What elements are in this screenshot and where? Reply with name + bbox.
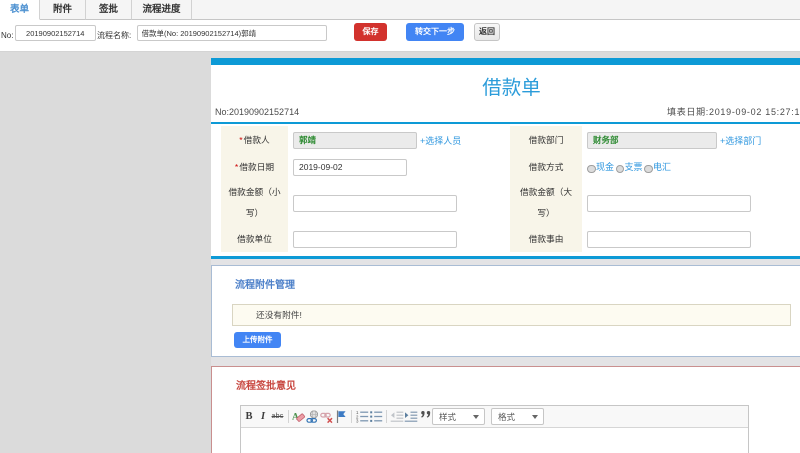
form-field-cell: +选择人员: [288, 126, 510, 154]
app-screen: 表单 附件 签批 流程进度 No: 流程名称: 保存 转交下一步 返回 借款单 …: [0, 0, 800, 453]
attachments-section: 流程附件管理 还没有附件! 上传附件: [211, 265, 800, 357]
toolbar-separator: [288, 410, 289, 423]
signature-section: 流程签批意见 B I abc A 1 2 3 样式 格式: [211, 366, 800, 453]
form-panel: 借款单 No:20190902152714 填表日期:2019-09-02 15…: [211, 58, 800, 453]
radio-wire-circle[interactable]: [644, 164, 653, 174]
upload-attachment-button[interactable]: 上传附件: [234, 332, 281, 348]
svg-text:3: 3: [356, 419, 359, 423]
next-step-button[interactable]: 转交下一步: [406, 23, 464, 41]
radio-cheque[interactable]: 支票: [615, 161, 643, 174]
form-field-cell: [288, 154, 510, 180]
form-row-3: 借款金额（小写） 借款金额（大写）: [221, 180, 800, 226]
method-label: 借款方式: [510, 154, 582, 180]
workspace: 借款单 No:20190902152714 填表日期:2019-09-02 15…: [0, 52, 800, 453]
form-row-1: *借款人 +选择人员 借款部门 +选择部门: [221, 126, 800, 154]
form-row-4: 借款单位 借款事由: [221, 226, 800, 252]
form-field-cell: [288, 180, 510, 226]
reason-input[interactable]: [587, 230, 751, 248]
form-field-cell: [582, 180, 800, 226]
tab-bar-filler: [192, 0, 800, 20]
tab-form[interactable]: 表单: [0, 0, 40, 20]
select-department-link[interactable]: +选择部门: [720, 134, 761, 147]
radio-cash[interactable]: 现金: [587, 161, 614, 174]
department-label: 借款部门: [510, 126, 582, 154]
toolbar-separator: [386, 410, 387, 423]
borrower-input[interactable]: [293, 131, 417, 149]
amount-lower-label: 借款金额（小写）: [221, 180, 288, 226]
bold-icon[interactable]: B: [242, 409, 256, 424]
radio-wire[interactable]: 电汇: [644, 161, 671, 174]
bulleted-list-icon[interactable]: [369, 409, 383, 424]
anchor-flag-icon[interactable]: [334, 409, 348, 424]
amount-upper-label: 借款金额（大写）: [510, 180, 582, 226]
form-field-cell: [582, 226, 800, 252]
form-field-cell: 现金 支票 电汇: [582, 154, 800, 180]
method-radios: 现金 支票 电汇: [587, 161, 673, 174]
styles-combo[interactable]: 样式: [432, 408, 485, 425]
form-field-cell: +选择部门: [582, 126, 800, 154]
radio-cheque-circle[interactable]: [615, 164, 625, 174]
form-row-2: *借款日期 借款方式 现金: [221, 154, 800, 180]
combo-arrow-icon: [473, 414, 479, 419]
tab-progress[interactable]: 流程进度: [132, 0, 192, 20]
combo-arrow-icon: [532, 414, 538, 419]
attachments-heading: 流程附件管理: [235, 280, 295, 291]
format-combo[interactable]: 格式: [491, 408, 544, 425]
outdent-icon[interactable]: [390, 409, 404, 424]
back-button[interactable]: 返回: [474, 23, 500, 41]
form-field-cell: [288, 226, 510, 252]
form-title: 借款单: [482, 77, 541, 99]
numbered-list-icon[interactable]: 123: [355, 409, 369, 424]
process-name-label: 流程名称:: [97, 31, 132, 40]
form-no: No:20190902152714: [215, 107, 300, 117]
editor-toolbar: B I abc A 1 2 3 样式 格式: [241, 406, 748, 428]
unlink-icon[interactable]: [320, 409, 334, 424]
blockquote-icon[interactable]: [418, 409, 432, 424]
process-name-input[interactable]: [136, 25, 327, 41]
save-button[interactable]: 保存: [354, 23, 387, 41]
indent-icon[interactable]: [404, 409, 418, 424]
tab-attachments[interactable]: 附件: [40, 0, 86, 20]
select-person-link[interactable]: +选择人员: [420, 134, 461, 147]
tab-bar: 表单 附件 签批 流程进度: [0, 0, 800, 20]
department-input[interactable]: [587, 131, 717, 149]
italic-icon[interactable]: I: [256, 409, 270, 424]
link-icon[interactable]: [306, 409, 320, 424]
toolbar-separator: [351, 410, 352, 423]
amount-upper-input[interactable]: [587, 194, 751, 212]
strikethrough-icon[interactable]: abc: [270, 409, 285, 424]
unit-input[interactable]: [293, 230, 457, 248]
date-input[interactable]: [293, 158, 407, 176]
rich-text-editor: B I abc A 1 2 3 样式 格式: [240, 405, 749, 453]
tab-approval[interactable]: 签批: [86, 0, 132, 20]
toolbar: No: 流程名称: 保存 转交下一步 返回: [0, 20, 800, 52]
signature-heading: 流程签批意见: [236, 381, 296, 392]
required-mark: *: [239, 134, 243, 145]
form-section: 借款单 No:20190902152714 填表日期:2019-09-02 15…: [211, 58, 800, 259]
radio-cash-circle[interactable]: [587, 164, 596, 174]
no-input[interactable]: [14, 25, 96, 41]
amount-lower-input[interactable]: [293, 194, 457, 212]
required-mark: *: [234, 161, 239, 172]
unit-label: 借款单位: [221, 226, 288, 252]
form-table: *借款人 +选择人员 借款部门 +选择部门: [221, 126, 800, 256]
borrower-label: *借款人: [221, 126, 288, 154]
remove-format-icon[interactable]: A: [292, 409, 306, 424]
reason-label: 借款事由: [510, 226, 582, 252]
editor-content-area[interactable]: [241, 428, 748, 453]
form-meta-row: No:20190902152714 填表日期:2019-09-02 15:27:…: [211, 105, 800, 120]
form-date: 填表日期:2019-09-02 15:27:15: [667, 107, 800, 117]
attachments-empty-message: 还没有附件!: [232, 304, 791, 326]
date-label: *借款日期: [221, 154, 288, 180]
form-divider: [211, 122, 800, 124]
no-label: No:: [1, 31, 14, 40]
